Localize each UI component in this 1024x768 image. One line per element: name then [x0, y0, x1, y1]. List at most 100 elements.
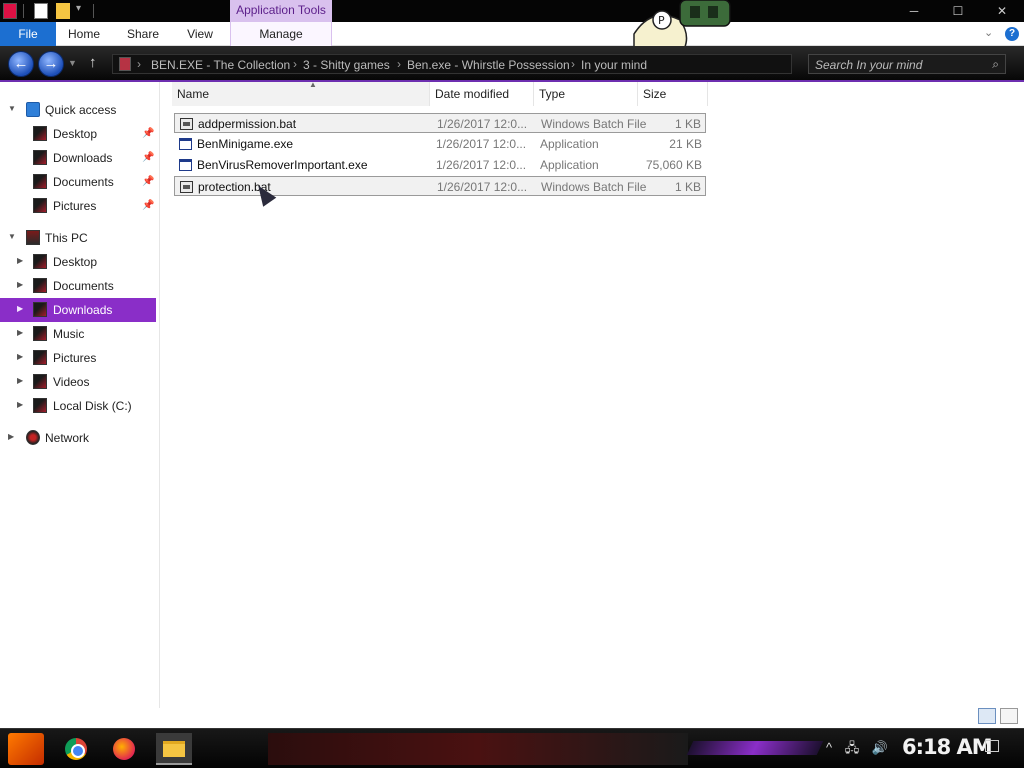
nav-this-pc[interactable]: ▼ This PC: [0, 226, 156, 250]
expand-arrow-icon[interactable]: ▶: [17, 328, 23, 337]
expand-arrow-icon[interactable]: ▶: [17, 280, 23, 289]
search-icon[interactable]: ⌕: [992, 57, 999, 72]
network-icon: [26, 430, 40, 445]
expand-arrow-icon[interactable]: ▶: [17, 352, 23, 361]
show-hidden-icons-icon[interactable]: ^: [826, 740, 832, 755]
breadcrumb-separator-icon[interactable]: ›: [137, 57, 141, 71]
app-icon[interactable]: [3, 3, 17, 19]
expand-arrow-icon[interactable]: ▶: [17, 376, 23, 385]
expand-arrow-icon[interactable]: ▶: [8, 432, 14, 441]
file-name: addpermission.bat: [198, 117, 297, 131]
folder-icon: [163, 741, 185, 757]
pin-icon[interactable]: 📌: [142, 152, 154, 163]
search-input[interactable]: Search In your mind ⌕: [808, 54, 1006, 74]
nav-this-pc-desktop[interactable]: ▶ Desktop: [0, 250, 156, 274]
close-button[interactable]: ✕: [980, 0, 1024, 22]
separator: [93, 4, 94, 18]
minimize-button[interactable]: ─: [892, 0, 936, 22]
navigation-pane: ▼ Quick access Desktop 📌 Downloads 📌 Doc…: [0, 82, 160, 708]
nav-this-pc-downloads[interactable]: ▶ Downloads: [0, 298, 156, 322]
nav-label: Quick access: [45, 103, 117, 117]
nav-quick-access-pictures[interactable]: Pictures 📌: [0, 194, 156, 218]
nav-label: Desktop: [53, 127, 98, 141]
tab-file[interactable]: File: [0, 22, 56, 46]
taskbar-theme-accent: [686, 741, 824, 755]
breadcrumb-separator-icon[interactable]: ›: [397, 57, 401, 71]
pin-icon[interactable]: 📌: [142, 128, 154, 139]
tab-manage[interactable]: Manage: [230, 22, 332, 46]
start-icon[interactable]: [8, 733, 44, 765]
back-button[interactable]: ←: [8, 51, 34, 77]
nav-this-pc-documents[interactable]: ▶ Documents: [0, 274, 156, 298]
file-row[interactable]: addpermission.bat 1/26/2017 12:0... Wind…: [174, 113, 706, 133]
file-row[interactable]: BenVirusRemoverImportant.exe 1/26/2017 1…: [174, 155, 706, 175]
file-list-pane: Name ▲ Date modified Type Size addpermis…: [160, 80, 1024, 708]
pin-icon[interactable]: 📌: [142, 176, 154, 187]
column-header-name[interactable]: Name: [172, 82, 430, 106]
nav-label: Pictures: [53, 351, 97, 365]
nav-label: Pictures: [53, 199, 97, 213]
view-toggle: [976, 708, 1020, 726]
nav-quick-access-documents[interactable]: Documents 📌: [0, 170, 156, 194]
search-placeholder: Search In your mind: [815, 58, 923, 72]
large-icons-view-icon[interactable]: [1000, 708, 1018, 724]
disk-icon: [33, 398, 47, 413]
tab-home[interactable]: Home: [58, 22, 110, 46]
up-one-level-icon[interactable]: ↑: [89, 54, 97, 71]
application-tools-context-tab: Application Tools: [230, 0, 332, 22]
collapse-arrow-icon[interactable]: ▼: [8, 232, 16, 241]
expand-ribbon-icon[interactable]: ⌄: [984, 26, 993, 39]
breadcrumb-item[interactable]: Ben.exe - Whirstle Possession: [407, 58, 570, 72]
volume-icon[interactable]: 🔊: [872, 740, 888, 755]
file-size: 75,060 KB: [645, 158, 702, 172]
nav-network[interactable]: ▶ Network: [0, 426, 156, 450]
customize-quick-access-icon[interactable]: ▾: [76, 3, 81, 14]
column-header-size[interactable]: Size: [638, 82, 708, 106]
folder-icon: [119, 57, 131, 71]
recent-locations-icon[interactable]: ▼: [68, 58, 77, 68]
breadcrumb-item[interactable]: BEN.EXE - The Collection: [151, 58, 290, 72]
breadcrumb-separator-icon[interactable]: ›: [293, 57, 297, 71]
nav-this-pc-local-disk[interactable]: ▶ Local Disk (C:): [0, 394, 156, 418]
file-size: 21 KB: [669, 137, 702, 151]
music-icon: [33, 326, 47, 341]
expand-arrow-icon[interactable]: ▶: [17, 400, 23, 409]
nav-quick-access-desktop[interactable]: Desktop 📌: [0, 122, 156, 146]
tab-view[interactable]: View: [174, 22, 226, 46]
nav-quick-access-downloads[interactable]: Downloads 📌: [0, 146, 156, 170]
tab-share[interactable]: Share: [117, 22, 169, 46]
taskbar-clock[interactable]: 6:18 AM: [902, 735, 993, 759]
forward-button[interactable]: →: [38, 51, 64, 77]
nav-this-pc-videos[interactable]: ▶ Videos: [0, 370, 156, 394]
column-header-type[interactable]: Type: [534, 82, 638, 106]
nav-this-pc-pictures[interactable]: ▶ Pictures: [0, 346, 156, 370]
expand-arrow-icon[interactable]: ▶: [17, 304, 23, 313]
column-header-row: Name ▲ Date modified Type Size: [172, 80, 1024, 106]
collapse-arrow-icon[interactable]: ▼: [8, 104, 16, 113]
nav-this-pc-music[interactable]: ▶ Music: [0, 322, 156, 346]
chrome-icon[interactable]: [58, 733, 94, 765]
breadcrumb-item[interactable]: 3 - Shitty games: [303, 58, 390, 72]
file-explorer-icon[interactable]: [156, 733, 192, 765]
nav-label: Desktop: [53, 255, 98, 269]
properties-icon[interactable]: [34, 3, 48, 19]
action-center-icon[interactable]: [985, 740, 999, 752]
expand-arrow-icon[interactable]: ▶: [17, 256, 23, 265]
new-folder-icon[interactable]: [56, 3, 70, 19]
file-date-modified: 1/26/2017 12:0...: [436, 158, 527, 172]
file-type: Windows Batch File: [541, 117, 647, 131]
file-row[interactable]: BenMinigame.exe 1/26/2017 12:0... Applic…: [174, 134, 706, 154]
desktop-icon: [33, 254, 47, 269]
network-status-icon[interactable]: 🖧: [845, 740, 860, 755]
pin-icon[interactable]: 📌: [142, 200, 154, 211]
breadcrumb[interactable]: › BEN.EXE - The Collection › 3 - Shitty …: [112, 54, 792, 74]
firefox-icon[interactable]: [106, 733, 142, 765]
column-header-date-modified[interactable]: Date modified: [430, 82, 534, 106]
nav-quick-access[interactable]: ▼ Quick access: [0, 98, 156, 122]
breadcrumb-item[interactable]: In your mind: [581, 58, 647, 72]
breadcrumb-separator-icon[interactable]: ›: [571, 57, 575, 71]
file-name: BenMinigame.exe: [197, 137, 294, 151]
help-icon[interactable]: ?: [1005, 27, 1019, 41]
maximize-button[interactable]: ☐: [936, 0, 980, 22]
details-view-icon[interactable]: [978, 708, 996, 724]
